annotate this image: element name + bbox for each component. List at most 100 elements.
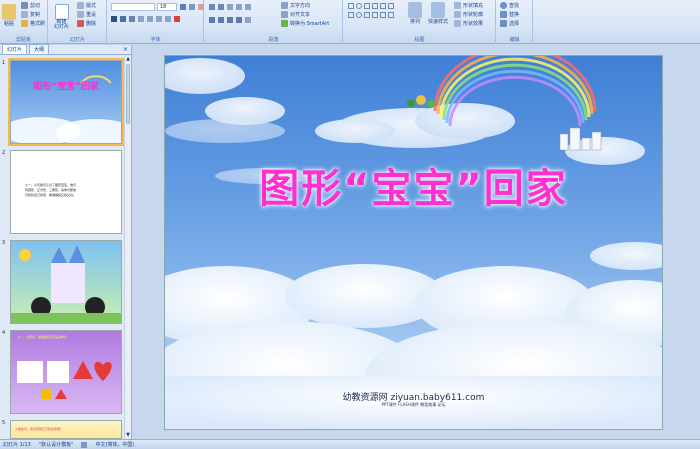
effects-icon (454, 20, 461, 27)
copy-button[interactable]: 复制 (21, 11, 40, 18)
decrease-indent-icon[interactable] (227, 4, 233, 10)
paragraph-label: 段落 (268, 37, 279, 43)
current-slide[interactable]: 图形“宝宝”回家 幼教资源网 ziyuan.baby611.com PPT课件 … (164, 55, 663, 430)
shape-outline-button[interactable]: 形状轮廓 (454, 11, 483, 18)
callout-shape-icon[interactable] (372, 12, 378, 18)
list-buttons (209, 4, 251, 10)
scroll-down-icon[interactable]: ▼ (125, 432, 131, 439)
select-button[interactable]: 选择 (500, 20, 519, 27)
slide-count: 幻灯片 1/13 (3, 442, 31, 448)
grow-font-icon[interactable] (180, 4, 186, 10)
thumb-preview: 小一，今天我们认识了图形宝宝，他们 有圆形、正方形、三角形，请你们帮他 们找找自… (10, 150, 122, 234)
thumb-number: 3 (2, 240, 6, 246)
scissors-icon (21, 2, 28, 9)
slides-label: 幻灯片 (69, 37, 85, 43)
increase-indent-icon[interactable] (236, 4, 242, 10)
shape-fill-button[interactable]: 形状填充 (454, 2, 483, 9)
font-color-icon[interactable] (174, 16, 180, 22)
cut-button[interactable]: 剪切 (21, 2, 40, 9)
replace-button[interactable]: 替换 (500, 11, 519, 18)
align-buttons (209, 17, 251, 23)
drawing-label: 绘图 (414, 37, 425, 43)
new-slide-button[interactable]: 新建 幻灯片 (54, 4, 69, 30)
magnifier-icon (500, 2, 507, 9)
shrink-font-icon[interactable] (189, 4, 195, 10)
delete-icon (77, 20, 84, 27)
char-spacing-icon[interactable] (156, 16, 162, 22)
bullets-icon[interactable] (209, 4, 215, 10)
justify-icon[interactable] (236, 17, 242, 23)
brace-shape-icon[interactable] (380, 12, 386, 18)
ribbon: 粘贴 剪切 复制 格式刷 剪贴板 新建 幻灯片 版式 重设 删除 幻灯片 18 (0, 0, 700, 44)
status-bar: 幻灯片 1/13 "默认设计模板" 中文(简体，中国) (0, 439, 700, 449)
curve-shape-icon[interactable] (388, 12, 394, 18)
quick-styles-button[interactable]: 快速样式 (428, 2, 448, 25)
slide-footer-sub: PPT课件 FLASH课件 教案故事 论坛 (381, 402, 446, 407)
thumb-preview: 图形“宝宝”回家 (8, 58, 124, 146)
cursor-icon (500, 20, 507, 27)
copy-icon (21, 11, 28, 18)
spellcheck-icon[interactable] (81, 441, 88, 448)
find-button[interactable]: 查找 (500, 2, 519, 9)
paragraph-group: 文字方向 对齐文本 转换为 SmartArt 段落 (205, 0, 343, 44)
align-center-icon[interactable] (218, 17, 224, 23)
oval-shape-icon[interactable] (356, 3, 362, 9)
language-indicator[interactable]: 中文(简体，中国) (95, 441, 134, 448)
text-direction-button[interactable]: 文字方向 (281, 2, 310, 9)
align-right-icon[interactable] (227, 17, 233, 23)
new-slide-icon (54, 4, 69, 20)
smartart-button[interactable]: 转换为 SmartArt (281, 20, 329, 27)
arrow-shape-icon[interactable] (372, 3, 378, 9)
slide-title[interactable]: 图形“宝宝”回家 (165, 156, 662, 214)
tab-slides[interactable]: 幻灯片 (2, 44, 28, 54)
arrange-button[interactable]: 排列 (408, 2, 422, 25)
theme-name: "默认设计模板" (38, 442, 74, 448)
delete-button[interactable]: 删除 (77, 20, 96, 27)
thumb-number: 2 (2, 150, 6, 156)
shape-effects-button[interactable]: 形状效果 (454, 20, 483, 27)
underline-icon[interactable] (129, 16, 135, 22)
thumb-3-castle-art (11, 245, 121, 323)
line-shape-icon[interactable] (364, 3, 370, 9)
scroll-up-icon[interactable]: ▲ (125, 56, 131, 63)
brush-icon (21, 20, 28, 27)
italic-icon[interactable] (120, 16, 126, 22)
line-spacing-icon[interactable] (245, 4, 251, 10)
thumb-2-text: 小一，今天我们认识了图形宝宝，他们 有圆形、正方形、三角形，请你们帮他 们找找自… (25, 183, 77, 197)
thumb-number: 4 (2, 330, 6, 336)
bold-icon[interactable] (111, 16, 117, 22)
thumb-preview: 小一，大家好，看看图形宝宝是谁呀？ (10, 330, 122, 414)
circle-shape-icon[interactable] (356, 12, 362, 18)
triangle-shape-icon[interactable] (380, 3, 386, 9)
quick-styles-icon (431, 2, 445, 18)
panel-scrollbar[interactable]: ▲ ▼ (124, 56, 131, 439)
clipboard-label: 剪贴板 (15, 37, 31, 43)
shadow-icon[interactable] (147, 16, 153, 22)
rectangle-shape-icon[interactable] (348, 3, 354, 9)
tab-outline[interactable]: 大纲 (29, 44, 50, 54)
rounded-rect-shape-icon[interactable] (388, 3, 394, 9)
numbering-icon[interactable] (218, 4, 224, 10)
reset-button[interactable]: 重设 (77, 11, 96, 18)
font-label: 字体 (150, 37, 161, 43)
paste-button[interactable]: 粘贴 (2, 4, 16, 27)
star-shape-icon[interactable] (364, 12, 370, 18)
thumb-preview (10, 240, 122, 324)
scroll-thumb[interactable] (126, 64, 130, 124)
align-text-button[interactable]: 对齐文本 (281, 11, 310, 18)
align-left-icon[interactable] (209, 17, 215, 23)
thumb-1-art (11, 75, 121, 143)
close-icon[interactable]: × (123, 46, 128, 53)
bracket-shape-icon[interactable] (348, 12, 354, 18)
font-name-field[interactable] (111, 3, 155, 11)
change-case-icon[interactable] (165, 16, 171, 22)
format-painter-button[interactable]: 格式刷 (21, 20, 45, 27)
align-text-icon (281, 11, 288, 18)
slide-editing-area: 图形“宝宝”回家 幼教资源网 ziyuan.baby611.com PPT课件 … (133, 45, 700, 439)
columns-icon[interactable] (245, 17, 251, 23)
clear-format-icon[interactable] (198, 4, 204, 10)
layout-button[interactable]: 版式 (77, 2, 96, 9)
text-direction-icon (281, 2, 288, 9)
strikethrough-icon[interactable] (138, 16, 144, 22)
font-size-field[interactable]: 18 (157, 3, 177, 11)
